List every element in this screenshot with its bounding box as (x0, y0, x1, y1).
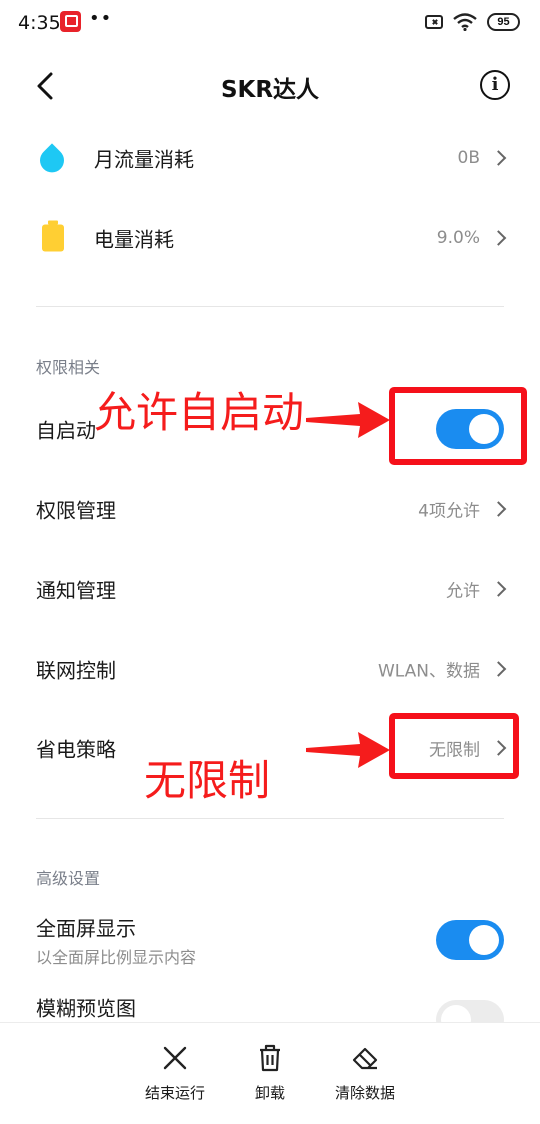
fullscreen-toggle[interactable] (436, 920, 504, 960)
close-icon (163, 1046, 187, 1070)
no-sim-icon (425, 15, 443, 29)
notification-management-row[interactable]: 通知管理 允许 (0, 552, 540, 626)
uninstall-label: 卸载 (254, 1084, 285, 1102)
bottom-action-bar: 结束运行 卸载 清除数据 (0, 1022, 540, 1124)
annotation-arrow-icon (306, 732, 390, 768)
force-stop-label: 结束运行 (144, 1084, 205, 1102)
permission-management-row[interactable]: 权限管理 4项允许 (0, 472, 540, 546)
battery-indicator: 95 (487, 13, 520, 31)
chevron-right-icon (490, 581, 507, 597)
chevron-right-icon (490, 230, 507, 246)
battery-usage-value: 9.0% (436, 228, 480, 248)
chevron-right-icon (490, 501, 507, 517)
blur-preview-label: 模糊预览图 (36, 996, 136, 1021)
notification-management-value: 允许 (446, 581, 480, 602)
trash-icon (260, 1044, 280, 1072)
annotation-arrow-icon (306, 402, 390, 438)
battery-icon (42, 220, 64, 252)
battery-saver-annotation: 无限制 (144, 756, 271, 805)
force-stop-button[interactable]: 结束运行 (125, 1043, 225, 1103)
data-usage-row[interactable]: 月流量消耗 0B (0, 121, 540, 195)
title-bar: SKR达人 i (0, 56, 540, 114)
water-drop-icon (35, 143, 69, 178)
divider (36, 306, 504, 307)
network-control-row[interactable]: 联网控制 WLAN、数据 (0, 632, 540, 706)
more-notifications-icon: •• (89, 8, 113, 29)
network-control-label: 联网控制 (36, 658, 116, 683)
autostart-annotation: 允许自启动 (94, 388, 305, 437)
notification-management-label: 通知管理 (36, 578, 116, 603)
page-title: SKR达人 (220, 77, 320, 103)
battery-usage-row[interactable]: 电量消耗 9.0% (0, 201, 540, 275)
permissions-section-title: 权限相关 (36, 358, 101, 377)
fullscreen-label: 全面屏显示 (36, 916, 136, 941)
clear-data-button[interactable]: 清除数据 (315, 1043, 415, 1103)
clear-data-label: 清除数据 (334, 1084, 395, 1102)
battery-saver-highlight-box (389, 713, 519, 779)
autostart-label: 自启动 (36, 418, 96, 443)
divider (36, 818, 504, 819)
permission-management-label: 权限管理 (36, 498, 116, 523)
advanced-section-title: 高级设置 (36, 869, 101, 888)
data-usage-value: 0B (457, 148, 480, 168)
permission-management-value: 4项允许 (418, 501, 480, 522)
wifi-icon (453, 13, 477, 31)
fullscreen-row: 全面屏显示 以全面屏比例显示内容 (0, 902, 540, 978)
eraser-icon (352, 1047, 378, 1070)
battery-saver-label: 省电策略 (36, 737, 116, 762)
info-icon[interactable]: i (480, 70, 510, 100)
status-time: 4:35 (18, 12, 61, 34)
battery-usage-label: 电量消耗 (94, 227, 174, 252)
network-control-value: WLAN、数据 (377, 661, 480, 682)
data-usage-label: 月流量消耗 (94, 147, 194, 172)
chevron-right-icon (490, 150, 507, 166)
status-bar: 4:35 •• 95 (0, 0, 540, 48)
uninstall-button[interactable]: 卸载 (220, 1043, 320, 1103)
autostart-highlight-box (389, 387, 527, 465)
status-icons: 95 (425, 13, 520, 31)
app-notification-icon (60, 11, 81, 32)
chevron-right-icon (490, 661, 507, 677)
fullscreen-description: 以全面屏比例显示内容 (36, 948, 197, 967)
